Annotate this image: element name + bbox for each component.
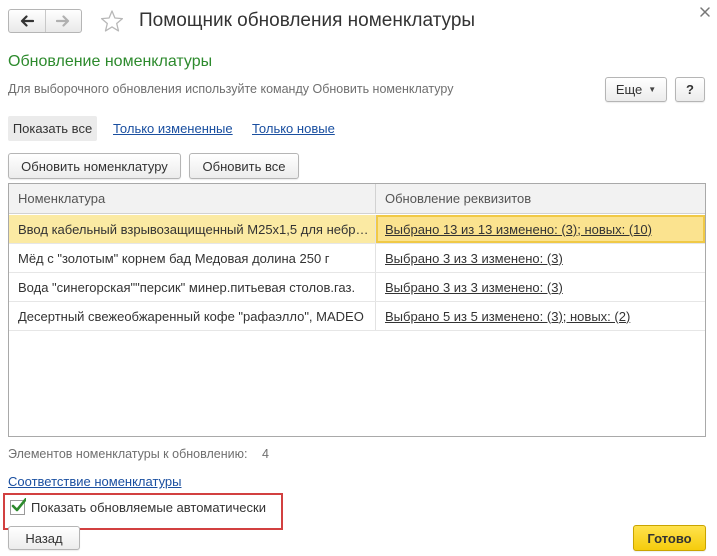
update-count-label: Элементов номенклатуры к обновлению: (8, 447, 248, 461)
table-row[interactable]: Десертный свежеобжаренный кофе "рафаэлло… (9, 302, 705, 331)
table-row[interactable]: Вода "синегорская""персик" минер.питьева… (9, 273, 705, 302)
table-row[interactable]: Мёд с "золотым" корнем бад Медовая долин… (9, 244, 705, 273)
nomenclature-name: Десертный свежеобжаренный кофе "рафаэлло… (18, 308, 364, 324)
help-button[interactable]: ? (675, 77, 705, 102)
close-button[interactable] (698, 5, 712, 19)
forward-nav-button[interactable] (44, 10, 82, 32)
show-auto-updated-label[interactable]: Показать обновляемые автоматически (31, 500, 266, 515)
nomenclature-cell[interactable]: Десертный свежеобжаренный кофе "рафаэлло… (9, 302, 376, 330)
update-details-link[interactable]: Выбрано 3 из 3 изменено: (3) (385, 280, 563, 295)
form-hint: Для выборочного обновления используйте к… (8, 82, 454, 96)
nomenclature-cell[interactable]: Ввод кабельный взрывозащищенный М25х1,5 … (9, 215, 376, 243)
nomenclature-table[interactable]: Номенклатура Обновление реквизитов Ввод … (8, 183, 706, 437)
done-button[interactable]: Готово (633, 525, 706, 551)
update-cell[interactable]: Выбрано 3 из 3 изменено: (3) (376, 273, 705, 301)
update-count-value: 4 (262, 447, 269, 461)
nomenclature-match-link[interactable]: Соответствие номенклатуры (8, 474, 182, 489)
nomenclature-cell[interactable]: Мёд с "золотым" корнем бад Медовая долин… (9, 244, 376, 272)
form-title: Обновление номенклатуры (8, 53, 213, 70)
update-details-link[interactable]: Выбрано 5 из 5 изменено: (3); новых: (2) (385, 309, 630, 324)
update-cell[interactable]: Выбрано 5 из 5 изменено: (3); новых: (2) (376, 302, 705, 330)
filter-only-new[interactable]: Только новые (252, 121, 335, 136)
filter-only-changed[interactable]: Только измененные (113, 121, 233, 136)
update-details-link[interactable]: Выбрано 13 из 13 изменено: (3); новых: (… (385, 222, 652, 237)
column-header-nomenclature[interactable]: Номенклатура (9, 184, 376, 213)
update-all-button[interactable]: Обновить все (189, 153, 299, 179)
window-title: Помощник обновления номенклатуры (139, 10, 476, 31)
filter-show-all[interactable]: Показать все (8, 116, 97, 141)
chevron-down-icon: ▼ (648, 85, 657, 94)
update-cell[interactable]: Выбрано 3 из 3 изменено: (3) (376, 244, 705, 272)
back-button[interactable]: Назад (8, 526, 80, 550)
table-row[interactable]: Ввод кабельный взрывозащищенный М25х1,5 … (9, 215, 705, 244)
nomenclature-name: Ввод кабельный взрывозащищенный М25х1,5 … (18, 221, 369, 237)
more-button[interactable]: Еще ▼ (605, 77, 667, 102)
more-button-label: Еще (615, 82, 643, 97)
arrow-right-icon (56, 15, 70, 27)
nomenclature-cell[interactable]: Вода "синегорская""персик" минер.питьева… (9, 273, 376, 301)
update-details-link[interactable]: Выбрано 3 из 3 изменено: (3) (385, 251, 563, 266)
column-header-update[interactable]: Обновление реквизитов (376, 184, 705, 213)
table-body: Ввод кабельный взрывозащищенный М25х1,5 … (9, 215, 705, 331)
checkmark-icon (11, 498, 26, 512)
table-header: Номенклатура Обновление реквизитов (9, 184, 705, 214)
close-icon (700, 7, 710, 17)
arrow-left-icon (20, 15, 34, 27)
navigation-buttons (8, 9, 82, 33)
favorite-button[interactable] (99, 9, 125, 33)
update-cell[interactable]: Выбрано 13 из 13 изменено: (3); новых: (… (376, 215, 705, 243)
update-nomenclature-button[interactable]: Обновить номенклатуру (8, 153, 181, 179)
nomenclature-name: Мёд с "золотым" корнем бад Медовая долин… (18, 250, 330, 266)
nomenclature-name: Вода "синегорская""персик" минер.питьева… (18, 279, 356, 295)
show-auto-updated-checkbox[interactable] (10, 498, 26, 515)
back-nav-button[interactable] (9, 10, 45, 32)
star-icon (100, 10, 124, 32)
